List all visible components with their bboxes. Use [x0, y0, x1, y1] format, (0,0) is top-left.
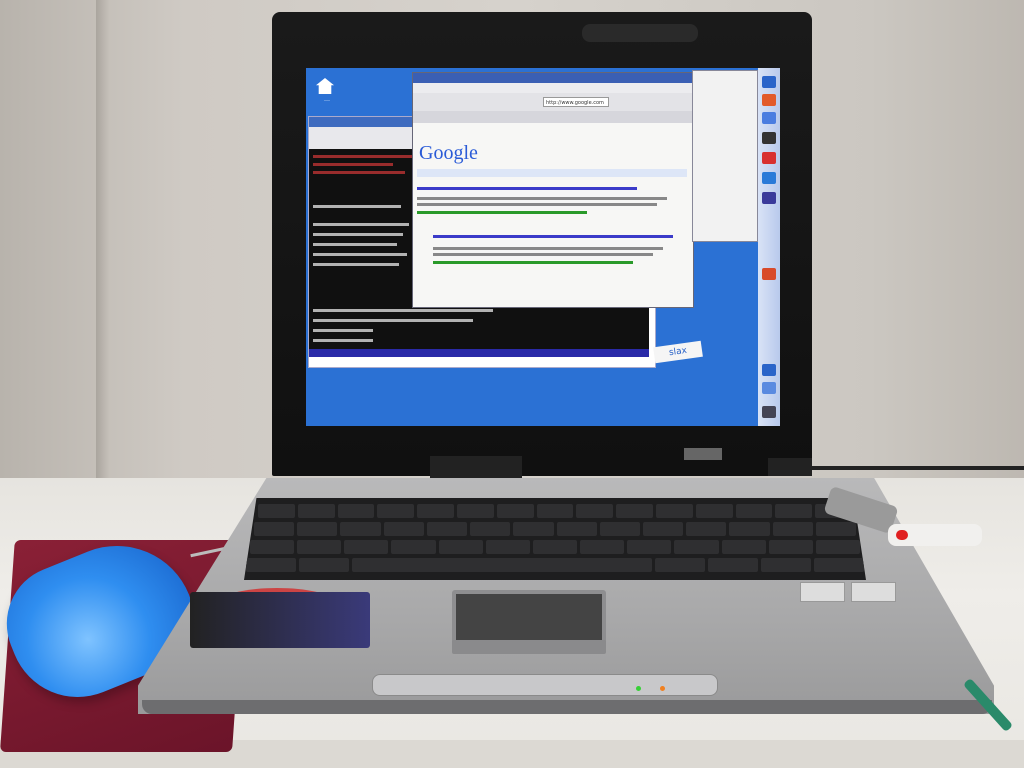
brand-badge	[684, 448, 722, 460]
laptop-hinge	[768, 458, 812, 476]
result-snippet	[417, 197, 667, 200]
taskbar-icon[interactable]	[762, 406, 776, 418]
taskbar-icon[interactable]	[762, 132, 776, 144]
terminal-text-line	[313, 339, 373, 342]
status-led	[660, 686, 665, 691]
firefox-tab-bar[interactable]	[413, 111, 693, 123]
terminal-text-line	[313, 329, 373, 332]
touchpad-buttons[interactable]	[452, 640, 606, 654]
slax-label: slax	[653, 340, 703, 364]
terminal-text-line	[313, 243, 397, 246]
taskbar-icon[interactable]	[762, 192, 776, 204]
terminal-status-bar	[309, 349, 649, 357]
google-logo-text: Google	[419, 142, 478, 164]
taskbar-icon[interactable]	[762, 152, 776, 164]
terminal-text-line	[313, 223, 409, 226]
side-panel-window[interactable]	[692, 70, 758, 242]
key-row[interactable]	[250, 540, 861, 554]
terminal-text-line	[313, 263, 399, 266]
wall-corner	[96, 0, 110, 480]
terminal-text-line	[313, 319, 473, 322]
terminal-text-line	[313, 253, 407, 256]
home-icon	[316, 78, 334, 94]
terminal-text-line	[313, 205, 401, 208]
results-bar	[417, 169, 687, 177]
result-url	[433, 261, 633, 264]
terminal-text-line	[313, 233, 403, 236]
result-url	[417, 211, 587, 214]
laptop-front-edge	[142, 700, 992, 714]
result-snippet	[417, 203, 657, 206]
result-link[interactable]	[417, 187, 637, 190]
keyboard[interactable]	[244, 498, 866, 580]
result-snippet	[433, 253, 653, 256]
logo-stickers	[800, 582, 896, 602]
taskbar-icon[interactable]	[762, 172, 776, 184]
centrino-sticker	[851, 582, 896, 602]
touchpad[interactable]	[452, 590, 606, 646]
windows-sticker	[800, 582, 845, 602]
firefox-window[interactable]: http://www.google.com Google	[412, 72, 694, 308]
front-indicator-strip	[372, 674, 718, 696]
terminal-text-line	[313, 309, 493, 312]
result-link[interactable]	[433, 235, 673, 238]
url-bar[interactable]: http://www.google.com	[543, 97, 609, 107]
key-row[interactable]	[246, 558, 864, 572]
taskbar-icon[interactable]	[762, 382, 776, 394]
terminal-text-line	[313, 163, 393, 166]
laptop-hinge	[430, 456, 522, 478]
taskbar-icon[interactable]	[762, 268, 776, 280]
right-taskbar[interactable]	[758, 68, 780, 426]
google-logo: Google	[419, 143, 478, 163]
desktop-icon-label: …	[324, 96, 330, 103]
result-snippet	[433, 247, 663, 250]
key-row[interactable]	[254, 522, 857, 536]
palmrest-sticker	[190, 592, 370, 648]
taskbar-icon[interactable]	[762, 76, 776, 88]
taskbar-icon[interactable]	[762, 364, 776, 376]
lid-latch	[582, 24, 698, 42]
key-row[interactable]	[258, 504, 852, 518]
power-cable	[812, 466, 1024, 470]
dongle-red-tip	[896, 530, 908, 540]
firefox-titlebar	[413, 73, 693, 83]
status-led	[636, 686, 641, 691]
taskbar-icon[interactable]	[762, 112, 776, 124]
terminal-text-line	[313, 171, 405, 174]
laptop-screen: … http://www.google.com Google slax	[306, 68, 780, 426]
taskbar-icon[interactable]	[762, 94, 776, 106]
terminal-text-line	[313, 155, 423, 158]
firefox-menubar[interactable]	[413, 83, 693, 93]
